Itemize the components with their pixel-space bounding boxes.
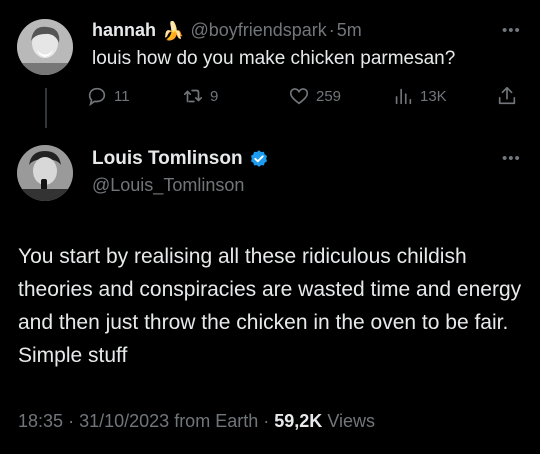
reply-author-name[interactable]: hannah: [92, 20, 156, 41]
main-tweet-meta: 18:35 · 31/10/2023 from Earth · 59,2K Vi…: [18, 411, 375, 432]
like-button[interactable]: 259: [288, 84, 341, 108]
views-button[interactable]: 13K: [392, 84, 447, 108]
repost-button[interactable]: 9: [182, 84, 218, 108]
reply-author-handle[interactable]: @boyfriendspark: [190, 20, 326, 41]
main-tweet-text: You start by realising all these ridicul…: [18, 245, 522, 367]
main-author-avatar[interactable]: [17, 145, 73, 201]
main-author-name-row: Louis Tomlinson: [92, 148, 269, 170]
tweet-date[interactable]: 31/10/2023: [79, 411, 169, 431]
verified-badge-icon: [250, 150, 267, 167]
reply-timestamp[interactable]: 5m: [337, 20, 362, 41]
reply-more-options-icon[interactable]: •••: [502, 22, 521, 39]
thread-connector-line: [45, 88, 47, 128]
main-author-handle[interactable]: @Louis_Tomlinson: [92, 175, 244, 196]
reply-icon: [88, 87, 106, 107]
meta-separator-1: ·: [68, 411, 75, 431]
banana-emoji: 🍌: [162, 20, 185, 41]
tweet-views-label: Views: [327, 411, 376, 431]
reply-count: 11: [114, 87, 130, 105]
repost-icon: [183, 89, 203, 103]
main-more-options-icon[interactable]: •••: [502, 150, 521, 167]
reply-author-avatar[interactable]: [17, 19, 73, 75]
reply-action-bar: 11 9 259 13K: [86, 84, 526, 108]
reply-button[interactable]: 11: [86, 84, 130, 108]
tweet-source: from Earth: [174, 411, 259, 431]
reply-text: louis how do you make chicken parmesan?: [92, 48, 456, 69]
tweet-time[interactable]: 18:35: [18, 411, 63, 431]
meta-separator-2: ·: [263, 411, 270, 431]
share-button[interactable]: [496, 84, 518, 108]
reply-header: hannah 🍌 @boyfriendspark · 5m: [92, 20, 362, 41]
share-icon: [498, 86, 516, 105]
tweet-views-count[interactable]: 59,2K: [274, 411, 322, 431]
views-icon: [395, 88, 412, 105]
heart-icon: [289, 88, 309, 105]
like-count: 259: [316, 87, 342, 105]
reply-separator: ·: [328, 20, 335, 40]
views-count: 13K: [420, 87, 447, 105]
main-author-name[interactable]: Louis Tomlinson: [92, 148, 243, 170]
repost-count: 9: [210, 87, 219, 105]
